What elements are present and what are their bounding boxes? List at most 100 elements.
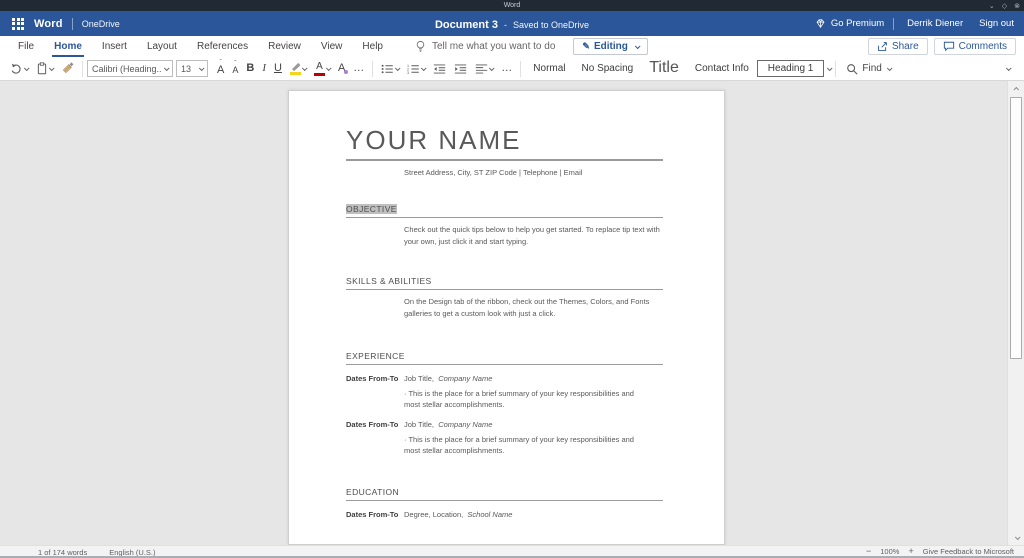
align-left-icon xyxy=(476,63,488,74)
dates-label[interactable]: Dates From-To xyxy=(346,510,404,519)
contact-info-line[interactable]: Street Address, City, ST ZIP Code | Tele… xyxy=(404,168,663,177)
more-paragraph-options-button[interactable]: … xyxy=(498,61,515,76)
font-name-select[interactable]: Calibri (Heading.. xyxy=(87,60,173,77)
find-button[interactable]: Find xyxy=(840,61,896,77)
section-body[interactable]: On the Design tab of the ribbon, check o… xyxy=(404,296,663,319)
font-size-select[interactable]: 13 xyxy=(176,60,208,77)
app-name[interactable]: Word xyxy=(34,18,63,30)
scrollbar-thumb[interactable] xyxy=(1010,97,1022,359)
shrink-font-button[interactable]: ˇA xyxy=(229,61,241,77)
feedback-link[interactable]: Give Feedback to Microsoft xyxy=(923,547,1014,556)
chevron-down-icon xyxy=(1014,533,1021,540)
tab-references[interactable]: References xyxy=(190,38,255,55)
tab-insert[interactable]: Insert xyxy=(95,38,134,55)
ribbon-toolbar: Calibri (Heading.. 13 ˆA ˇA B I U A A … … xyxy=(0,57,1024,81)
undo-button[interactable] xyxy=(7,60,31,77)
resume-name-heading[interactable]: YOUR NAME xyxy=(346,125,663,161)
bold-button[interactable]: B xyxy=(243,61,257,76)
tab-file[interactable]: File xyxy=(11,38,41,55)
style-normal[interactable]: Normal xyxy=(525,61,573,76)
more-font-options-button[interactable]: … xyxy=(350,61,367,76)
chevron-down-icon xyxy=(48,64,55,71)
language-selector[interactable]: English (U.S.) xyxy=(109,548,155,557)
section-heading[interactable]: SKILLS & ABILITIES xyxy=(346,276,663,291)
company-name[interactable]: Company Name xyxy=(438,374,492,383)
scroll-down-button[interactable] xyxy=(1010,531,1023,544)
tab-home[interactable]: Home xyxy=(47,38,89,57)
decrease-indent-button[interactable] xyxy=(430,61,449,77)
tell-me-search[interactable]: Tell me what you want to do xyxy=(415,40,555,53)
vertical-scrollbar[interactable] xyxy=(1007,81,1024,545)
degree-line[interactable]: Degree, Location, School Name xyxy=(404,510,663,519)
job-title-line[interactable]: Job Title, Company Name xyxy=(404,420,663,429)
close-icon[interactable]: ⊗ xyxy=(1014,2,1020,10)
underline-icon: U xyxy=(273,62,282,74)
experience-entry[interactable]: Dates From-To Job Title, Company Name · … xyxy=(346,374,663,411)
window-title: Word xyxy=(503,2,521,9)
highlighter-icon xyxy=(291,62,301,71)
dates-label[interactable]: Dates From-To xyxy=(346,420,404,457)
underline-button[interactable]: U xyxy=(271,61,285,76)
entry-content: Degree, Location, School Name xyxy=(404,510,663,519)
document-title[interactable]: Document 3 xyxy=(435,19,498,31)
grow-font-button[interactable]: ˆA xyxy=(214,60,227,78)
minimize-icon[interactable]: ⌄ xyxy=(989,2,995,10)
job-title-line[interactable]: Job Title, Company Name xyxy=(404,374,663,383)
app-launcher-icon[interactable] xyxy=(12,17,24,30)
onedrive-link[interactable]: OneDrive xyxy=(82,19,120,29)
user-name[interactable]: Derrik Diener xyxy=(907,18,963,29)
school-name[interactable]: School Name xyxy=(467,510,512,519)
section-body[interactable]: Check out the quick tips below to help y… xyxy=(404,224,663,247)
word-count[interactable]: 1 of 174 words xyxy=(38,548,87,557)
paste-button[interactable] xyxy=(33,60,56,77)
clear-formatting-button[interactable]: A xyxy=(335,61,349,76)
tab-help[interactable]: Help xyxy=(355,38,390,55)
grow-font-icon: A xyxy=(217,63,225,76)
sign-out-button[interactable]: Sign out xyxy=(979,18,1014,29)
go-premium-button[interactable]: Go Premium xyxy=(815,18,884,29)
chevron-down-icon xyxy=(634,42,641,49)
bold-icon: B xyxy=(246,62,255,74)
document-page[interactable]: YOUR NAME Street Address, City, ST ZIP C… xyxy=(288,90,725,545)
job-summary[interactable]: · This is the place for a brief summary … xyxy=(404,388,652,411)
comments-button[interactable]: Comments xyxy=(933,38,1016,55)
editing-mode-button[interactable]: ✎ Editing xyxy=(573,38,648,55)
section-heading[interactable]: EXPERIENCE xyxy=(346,351,663,365)
experience-entry[interactable]: Dates From-To Job Title, Company Name · … xyxy=(346,420,663,457)
style-contact-info[interactable]: Contact Info xyxy=(687,61,757,76)
zoom-out-button[interactable]: − xyxy=(866,546,871,556)
italic-button[interactable]: I xyxy=(259,61,269,76)
style-gallery-chevron-icon[interactable] xyxy=(827,64,833,71)
highlight-color-button[interactable] xyxy=(287,60,309,77)
company-name[interactable]: Company Name xyxy=(438,420,492,429)
style-heading-1[interactable]: Heading 1 xyxy=(756,60,825,77)
education-entry[interactable]: Dates From-To Degree, Location, School N… xyxy=(346,510,663,519)
section-heading[interactable]: EDUCATION xyxy=(346,487,663,501)
numbering-button[interactable]: 123 xyxy=(404,61,428,77)
alignment-button[interactable] xyxy=(472,61,496,77)
zoom-in-button[interactable]: + xyxy=(908,546,913,556)
numbered-list-icon: 123 xyxy=(407,63,420,74)
tab-review[interactable]: Review xyxy=(261,38,308,55)
scroll-up-button[interactable] xyxy=(1010,82,1023,95)
save-status[interactable]: Saved to OneDrive xyxy=(513,20,589,30)
maximize-icon[interactable]: ◇ xyxy=(1002,2,1007,10)
comment-icon xyxy=(943,41,954,52)
style-title[interactable]: Title xyxy=(641,59,687,79)
style-no-spacing[interactable]: No Spacing xyxy=(574,61,642,76)
zoom-level[interactable]: 100% xyxy=(880,547,899,556)
tab-layout[interactable]: Layout xyxy=(140,38,184,55)
undo-icon xyxy=(11,63,21,74)
ribbon-collapse-button[interactable] xyxy=(995,59,1018,78)
increase-indent-button[interactable] xyxy=(451,61,470,77)
job-summary[interactable]: · This is the place for a brief summary … xyxy=(404,434,652,457)
section-heading[interactable]: OBJECTIVE xyxy=(346,204,663,218)
format-painter-button[interactable] xyxy=(58,60,77,77)
tab-view[interactable]: View xyxy=(314,38,350,55)
dates-label[interactable]: Dates From-To xyxy=(346,374,404,411)
font-color-button[interactable]: A xyxy=(311,60,333,78)
selected-text[interactable]: OBJECTIVE xyxy=(346,204,397,214)
share-button[interactable]: Share xyxy=(867,38,928,55)
bullets-button[interactable] xyxy=(378,61,402,77)
go-premium-label: Go Premium xyxy=(830,18,885,29)
